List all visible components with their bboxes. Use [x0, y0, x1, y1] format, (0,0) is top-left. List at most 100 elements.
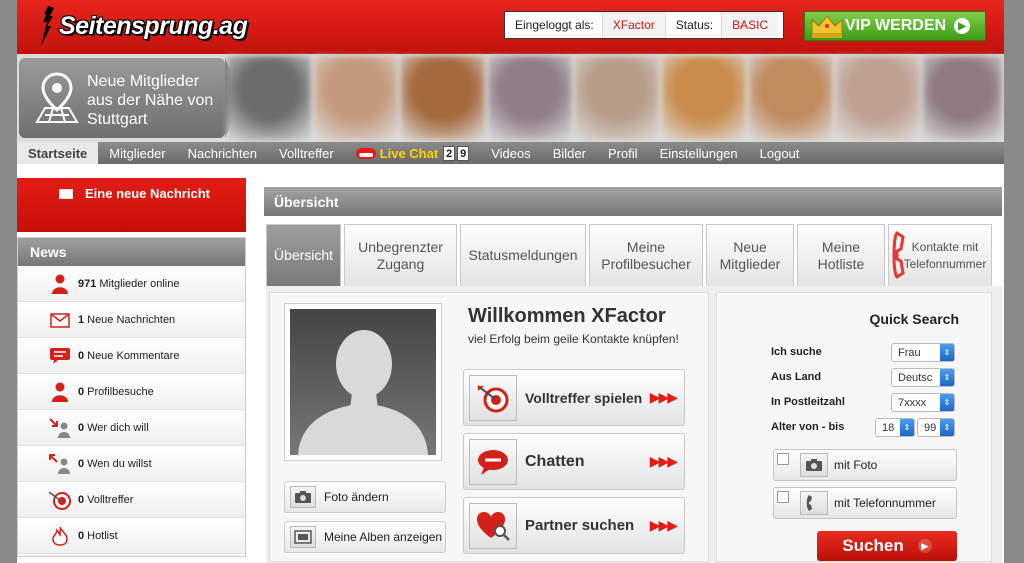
visitor-icon: [48, 381, 72, 403]
envelope-icon: [48, 309, 72, 331]
with-phone-option[interactable]: mit Telefonnummer: [773, 487, 957, 519]
member-thumbnail[interactable]: [923, 56, 1002, 140]
age-to-value: 99: [924, 421, 937, 434]
age-from-value: 18: [882, 421, 895, 434]
nav-einstellungen[interactable]: Einstellungen: [649, 142, 749, 164]
age-to-select[interactable]: 99 ⇕: [917, 418, 955, 437]
select-spinner-icon: ⇕: [900, 419, 914, 436]
member-thumbnail[interactable]: [488, 56, 572, 140]
logged-in-label: Eingeloggt als:: [515, 18, 594, 32]
change-photo-button[interactable]: Foto ändern: [284, 481, 446, 513]
nav-live-chat[interactable]: Live Chat 2 9: [345, 142, 481, 164]
select-spinner-icon: ⇕: [940, 344, 954, 361]
chat-bubble-icon: [469, 438, 517, 485]
news-item-who-wants-you[interactable]: 0 Wer dich will: [18, 410, 245, 446]
find-partner-button[interactable]: Partner suchen ▶▶▶: [463, 497, 685, 554]
member-thumbnail[interactable]: [836, 56, 920, 140]
overview-content: Foto ändern Meine Alben anzeigen Willkom…: [266, 286, 1002, 563]
logo[interactable]: Seitensprung.ag: [37, 6, 248, 46]
search-gender-select[interactable]: Frau ⇕: [891, 343, 955, 362]
nav-mitglieder[interactable]: Mitglieder: [98, 142, 176, 164]
news-item-hits[interactable]: 0 Volltreffer: [18, 482, 245, 518]
chat-label: Chatten: [525, 452, 585, 470]
with-photo-checkbox[interactable]: [777, 453, 789, 465]
username-link[interactable]: XFactor: [601, 12, 666, 38]
news-label: Hotlist: [87, 529, 118, 542]
target-icon: [48, 489, 72, 511]
show-albums-button[interactable]: Meine Alben anzeigen: [284, 521, 446, 553]
play-hits-label: Volltreffer spielen: [525, 389, 643, 406]
nav-volltreffer[interactable]: Volltreffer: [268, 142, 345, 164]
news-count: 1: [78, 313, 85, 326]
crown-icon: [811, 15, 843, 38]
nav-videos[interactable]: Videos: [480, 142, 542, 164]
welcome-heading: Willkommen XFactor: [468, 305, 666, 327]
age-from-select[interactable]: 18 ⇕: [875, 418, 915, 437]
member-thumbnail[interactable]: [575, 56, 659, 140]
news-item-hotlist[interactable]: 0 Hotlist: [18, 518, 245, 554]
nearby-banner: Neue Mitglieder aus der Nähe von Stuttga…: [17, 54, 1004, 142]
phone-icon: [892, 231, 905, 279]
select-spinner-icon: ⇕: [940, 394, 954, 411]
vip-button[interactable]: VIP WERDEN ▶: [804, 11, 986, 41]
comment-icon: [48, 345, 72, 367]
tab-neue-mitglieder[interactable]: Neue Mitglieder: [706, 224, 794, 286]
nav-nachrichten[interactable]: Nachrichten: [177, 142, 268, 164]
nav-bilder[interactable]: Bilder: [542, 142, 597, 164]
search-button[interactable]: Suchen ▶: [817, 531, 957, 561]
find-partner-label: Partner suchen: [525, 517, 635, 534]
news-count: 0: [78, 529, 85, 542]
member-thumbnail[interactable]: [662, 56, 746, 140]
profile-photo[interactable]: [284, 303, 442, 461]
nav-logout[interactable]: Logout: [749, 142, 811, 164]
play-hits-button[interactable]: Volltreffer spielen ▶▶▶: [463, 369, 685, 426]
tab-statusmeldungen[interactable]: Statusmeldungen: [460, 224, 586, 286]
member-thumbnail[interactable]: [314, 56, 398, 140]
outgoing-person-icon: [48, 453, 72, 475]
country-select[interactable]: Deutsc ⇕: [891, 368, 955, 387]
news-count: 971: [78, 277, 97, 290]
member-thumbnail[interactable]: [227, 56, 311, 140]
nav-profil[interactable]: Profil: [597, 142, 649, 164]
news-item-comments[interactable]: 0 Neue Kommentare: [18, 338, 245, 374]
news-count: 0: [78, 385, 85, 398]
main-nav: Startseite Mitglieder Nachrichten Volltr…: [17, 142, 1004, 164]
postcode-select[interactable]: 7xxxx ⇕: [891, 393, 955, 412]
status-value[interactable]: BASIC: [721, 12, 779, 38]
tab-profilbesucher[interactable]: Meine Profilbesucher: [589, 224, 703, 286]
news-item-online[interactable]: 971 Mitglieder online: [18, 266, 245, 302]
tab-uebersicht[interactable]: Übersicht: [266, 224, 341, 286]
country-label: Aus Land: [771, 371, 822, 383]
news-panel: News 971 Mitglieder online 1 Neue Nachrich…: [17, 237, 246, 557]
with-photo-option[interactable]: mit Foto: [773, 449, 957, 481]
news-label: Neue Nachrichten: [87, 313, 176, 326]
age-range-label: Alter von - bis: [771, 421, 845, 433]
news-count: 0: [78, 493, 85, 506]
news-item-you-want[interactable]: 0 Wen du willst: [18, 446, 245, 482]
tab-unbegrenzter-zugang[interactable]: Unbegrenzter Zugang: [344, 224, 457, 286]
news-title: News: [18, 238, 245, 266]
new-message-alert[interactable]: Eine neue Nachricht: [17, 178, 246, 232]
news-item-messages[interactable]: 1 Neue Nachrichten: [18, 302, 245, 338]
member-thumbnail[interactable]: [401, 56, 485, 140]
nav-startseite[interactable]: Startseite: [17, 142, 99, 164]
flame-icon: [48, 525, 72, 547]
nearby-members-box[interactable]: Neue Mitglieder aus der Nähe von Stuttga…: [19, 58, 243, 138]
target-icon: [469, 374, 517, 421]
news-item-visits[interactable]: 0 Profilbesuche: [18, 374, 245, 410]
news-label: Neue Kommentare: [87, 349, 180, 362]
member-thumbnail[interactable]: [749, 56, 833, 140]
arrow-right-icon: ▶: [917, 539, 932, 553]
page: Seitensprung.ag Eingeloggt als: XFactor …: [17, 0, 1004, 563]
select-spinner-icon: ⇕: [940, 369, 954, 386]
chat-button[interactable]: Chatten ▶▶▶: [463, 433, 685, 490]
tab-hotliste[interactable]: Meine Hotliste: [797, 224, 885, 286]
camera-icon: [800, 453, 828, 477]
with-phone-checkbox[interactable]: [777, 491, 789, 503]
news-label: Wer dich will: [87, 421, 149, 434]
tab-telefonkontakte[interactable]: Kontakte mit Telefonnummer: [888, 224, 992, 286]
search-gender-label: Ich suche: [771, 346, 822, 358]
triple-arrow-icon: ▶▶▶: [649, 389, 678, 405]
live-chat-count-digit: 2: [443, 145, 456, 161]
triple-arrow-icon: ▶▶▶: [649, 517, 678, 533]
